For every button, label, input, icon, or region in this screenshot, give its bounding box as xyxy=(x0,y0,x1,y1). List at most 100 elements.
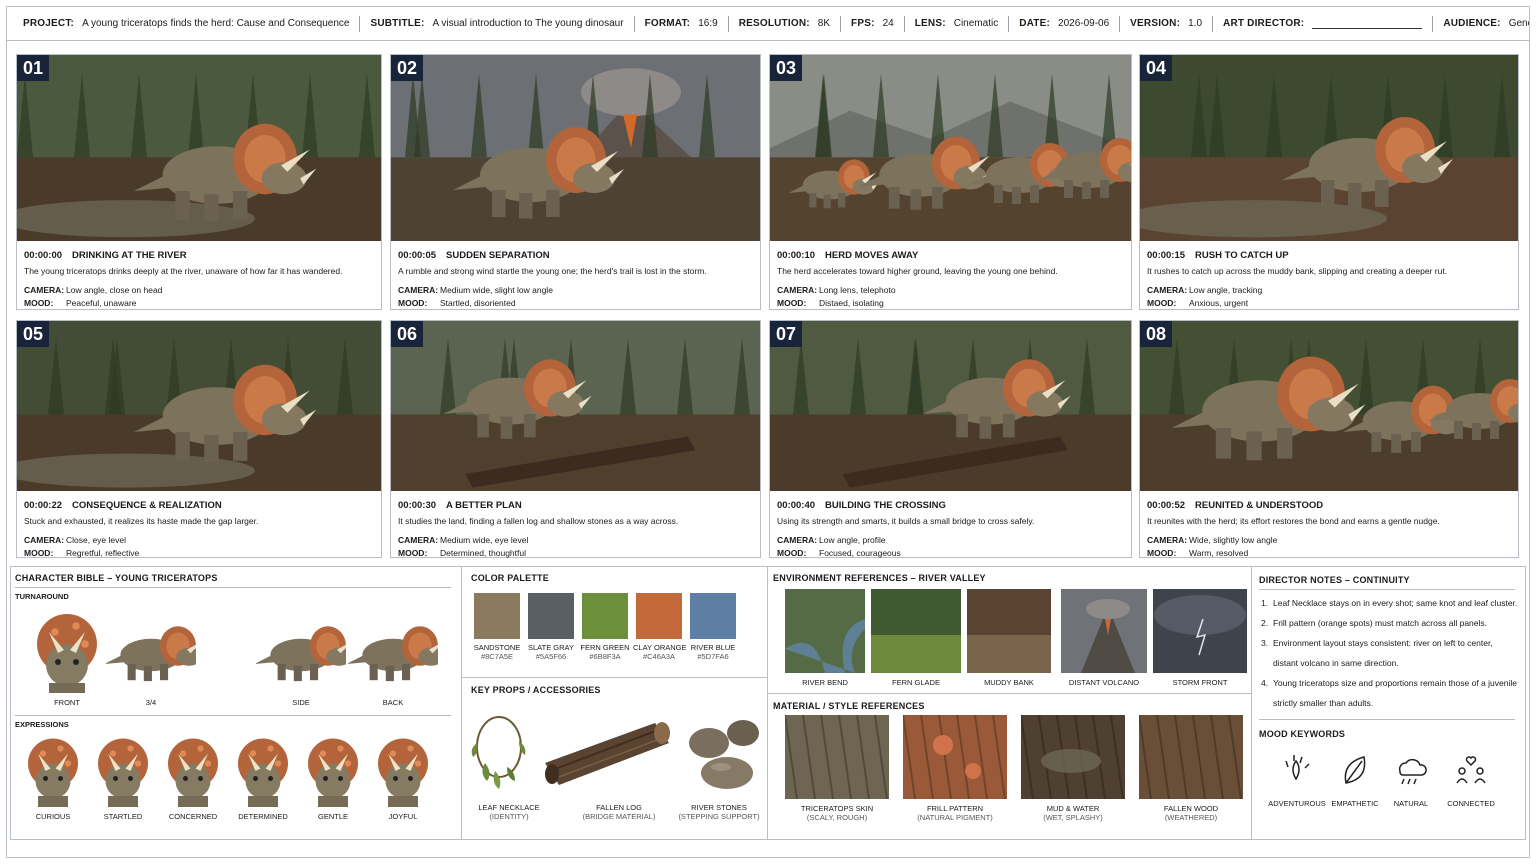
format-field: FORMAT: 16:9 xyxy=(635,15,729,32)
swatch-color xyxy=(582,593,628,639)
material-ref-3: FALLEN WOOD (WEATHERED) xyxy=(1138,714,1243,822)
color-swatch-0: SANDSTONE #8C7A5E xyxy=(471,593,523,661)
camera-label: CAMERA: xyxy=(398,285,439,295)
panel-description: It rushes to catch up across the muddy b… xyxy=(1147,266,1448,276)
panel-camera-row: CAMERA: Low angle, tracking xyxy=(1147,284,1512,297)
footprint-icon xyxy=(1285,755,1310,781)
panel-title-line: 00:00:40 BUILDING THE CROSSING xyxy=(777,499,1125,512)
panel-image xyxy=(1140,55,1518,241)
swatch-color xyxy=(690,593,736,639)
panel-mood-row: MOOD: Anxious, urgent xyxy=(1147,297,1512,310)
env-distant-volcano-image xyxy=(1061,589,1147,673)
environment-title: ENVIRONMENT REFERENCES – RIVER VALLEY xyxy=(773,573,986,583)
env-muddy-bank-image xyxy=(967,589,1051,673)
material-name: TRICERATOPS SKIN xyxy=(800,804,874,813)
expression-label-2: CONCERNED xyxy=(168,812,218,821)
turnaround-view-0: FRONT xyxy=(22,603,112,707)
camera-label: CAMERA: xyxy=(1147,535,1188,545)
format-label: FORMAT: xyxy=(644,18,691,29)
panel-description: Stuck and exhausted, it realizes its has… xyxy=(24,516,259,526)
note-line-1: 2. Frill pattern (orange spots) must matc… xyxy=(1261,613,1517,633)
env-label: RIVER BEND xyxy=(802,678,848,687)
panel-number: 08 xyxy=(1140,321,1173,347)
storyboard-panel-01[interactable]: 01 00:00:00 DRINKING AT THE RIVER The you… xyxy=(16,54,382,310)
expression-5: JOYFUL xyxy=(371,731,435,821)
panel-description: The herd accelerates toward higher groun… xyxy=(777,266,1058,276)
material-references: MATERIAL / STYLE REFERENCES TRICERATOPS … xyxy=(771,695,1249,839)
panel-mood: Anxious, urgent xyxy=(1189,298,1249,308)
swatch-hex: #6B8F3A xyxy=(589,652,621,661)
storyboard-panel-04[interactable]: 04 00:00:15 RUSH TO CATCH UP It rushes to… xyxy=(1139,54,1519,310)
header-bar: PROJECT: A young triceratops finds the he… xyxy=(7,7,1529,41)
version-value: 1.0 xyxy=(1188,18,1203,29)
storyboard-panel-02[interactable]: 02 00:00:05 SUDDEN SEPARATION A rumble an… xyxy=(390,54,761,310)
mood-label: MOOD: xyxy=(777,298,807,308)
panel-timecode: 00:00:40 xyxy=(777,500,816,511)
mood-keyword-1: EMPATHETIC xyxy=(1325,753,1385,808)
turnaround-label-1: 3/4 xyxy=(145,698,157,707)
prop-item-2: RIVER STONES (STEPPING SUPPORT) xyxy=(669,803,769,821)
panel-number: 02 xyxy=(391,55,424,81)
camera-label: CAMERA: xyxy=(398,535,439,545)
camera-label: CAMERA: xyxy=(24,535,65,545)
storyboard-panel-06[interactable]: 06 00:00:30 A BETTER PLAN It studies the … xyxy=(390,320,761,558)
panel-caption: 00:00:52 REUNITED & UNDERSTOOD It reunite… xyxy=(1147,499,1512,560)
material-title: MATERIAL / STYLE REFERENCES xyxy=(773,701,925,711)
panel-caption: 00:00:22 CONSEQUENCE & REALIZATION Stuck … xyxy=(24,499,375,560)
director-notes-title: DIRECTOR NOTES – CONTINUITY xyxy=(1259,575,1410,585)
camera-label: CAMERA: xyxy=(777,285,818,295)
panel-timecode: 00:00:05 xyxy=(398,250,437,261)
material-name: FALLEN WOOD xyxy=(1163,804,1219,813)
expression-label-3: DETERMINED xyxy=(238,812,288,821)
audience-field: AUDIENCE: General audience xyxy=(1433,16,1529,32)
storyboard-panel-05[interactable]: 05 00:00:22 CONSEQUENCE & REALIZATION Stu… xyxy=(16,320,382,558)
camera-label: CAMERA: xyxy=(1147,285,1188,295)
panel-title: SUDDEN SEPARATION xyxy=(446,250,550,261)
material-note: (SCALY, ROUGH) xyxy=(806,813,868,822)
env-ref-2: MUDDY BANK xyxy=(967,589,1051,687)
panel-title: CONSEQUENCE & REALIZATION xyxy=(72,500,222,511)
note-text: Environment layout stays consistent: riv… xyxy=(1273,638,1493,648)
panel-title: REUNITED & UNDERSTOOD xyxy=(1195,500,1324,511)
mood-label: MOOD: xyxy=(398,298,428,308)
panel-number: 04 xyxy=(1140,55,1173,81)
swatch-name: CLAY ORANGE xyxy=(633,643,687,652)
panel-mood: Peaceful, unaware xyxy=(66,298,137,308)
panel-mood: Startled, disoriented xyxy=(440,298,516,308)
art-director-blank-line[interactable] xyxy=(1312,19,1423,29)
note-line-5: strictly smaller than adults. xyxy=(1261,693,1517,713)
storyboard-panel-07[interactable]: 07 00:00:40 BUILDING THE CROSSING Using i… xyxy=(769,320,1132,558)
swatch-hex: #5D7FA6 xyxy=(697,652,729,661)
storyboard-panel-08[interactable]: 08 00:00:52 REUNITED & UNDERSTOOD It reun… xyxy=(1139,320,1519,558)
panel-camera: Low angle, close on head xyxy=(66,285,163,295)
lens-field: LENS: Cinematic xyxy=(905,15,1010,32)
panel-image xyxy=(770,55,1131,241)
panel-camera-row: CAMERA: Long lens, telephoto xyxy=(777,284,1125,297)
panel-mood: Determined, thoughtful xyxy=(440,548,526,558)
panel-image xyxy=(391,321,760,491)
mood-keywords-title: MOOD KEYWORDS xyxy=(1259,729,1346,739)
panel-timecode: 00:00:52 xyxy=(1147,500,1186,511)
swatch-color xyxy=(528,593,574,639)
panel-description: Using its strength and smarts, it builds… xyxy=(777,516,1035,526)
panel-number: 05 xyxy=(17,321,50,347)
material-name: MUD & WATER xyxy=(1046,804,1100,813)
turnaround-view-1: 3/4 xyxy=(104,603,207,707)
material-1-image xyxy=(902,714,1007,800)
expression-3: DETERMINED xyxy=(231,731,295,821)
panel-camera: Close, eye level xyxy=(66,535,127,545)
panel-camera-row: CAMERA: Low angle, profile xyxy=(777,534,1125,547)
panel-image xyxy=(17,321,381,491)
panel-timecode: 00:00:22 xyxy=(24,500,63,511)
note-text: strictly smaller than adults. xyxy=(1273,698,1374,708)
fps-label: FPS: xyxy=(851,18,875,29)
panel-image xyxy=(770,321,1131,491)
expression-label-4: GENTLE xyxy=(317,812,348,821)
storyboard-panel-03[interactable]: 03 00:00:10 HERD MOVES AWAY The herd acce… xyxy=(769,54,1132,310)
turnaround-label-0: FRONT xyxy=(54,698,80,707)
panel-number: 07 xyxy=(770,321,803,347)
panel-number: 03 xyxy=(770,55,803,81)
panel-mood-row: MOOD: Regretful, reflective xyxy=(24,547,375,560)
panel-camera-row: CAMERA: Close, eye level xyxy=(24,534,375,547)
camera-label: CAMERA: xyxy=(777,535,818,545)
